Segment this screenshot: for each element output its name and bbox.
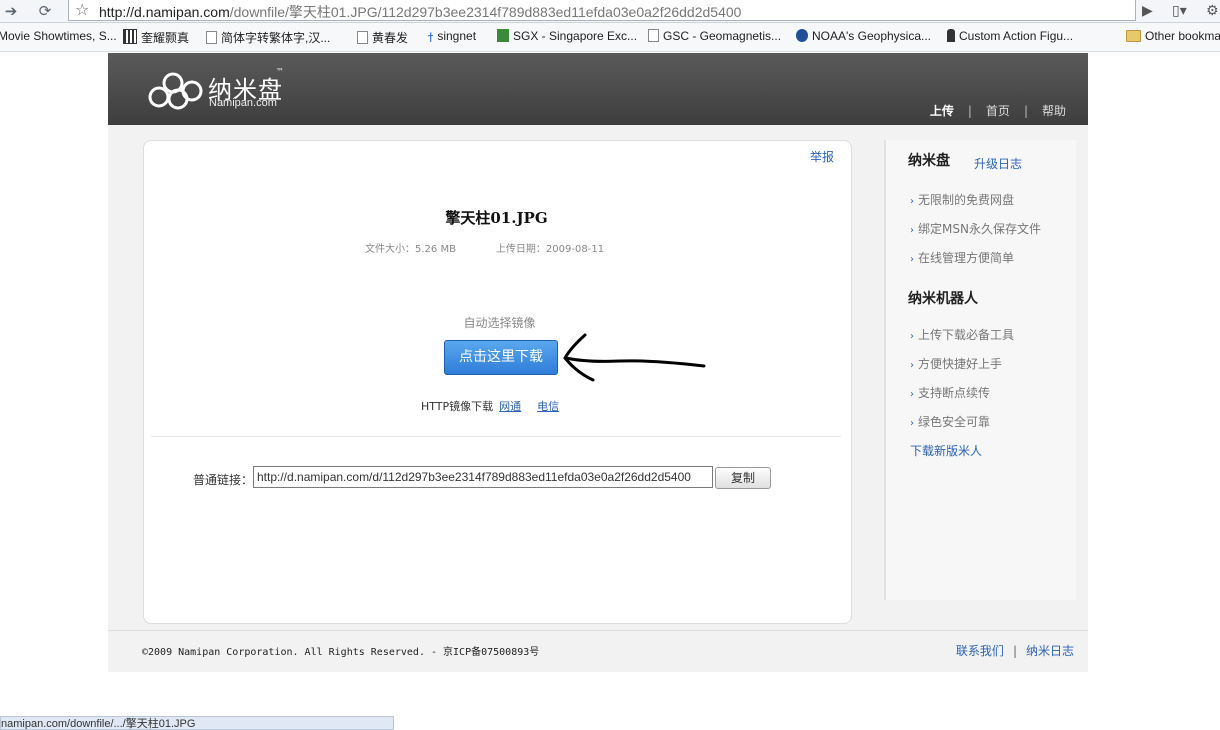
page-icon xyxy=(357,31,368,44)
dagger-icon: ϯ xyxy=(428,30,434,45)
copy-button[interactable]: 复制 xyxy=(715,467,771,489)
page-menu-icon[interactable]: ▯▾ xyxy=(1172,0,1187,22)
bookmark-item[interactable]: 简体字转繁体字,汉... xyxy=(206,29,330,46)
bookmark-item[interactable]: SGX - Singapore Exc... xyxy=(497,29,637,43)
sidebar-feature: › 绑定MSN永久保存文件 xyxy=(910,222,1041,236)
http-mirror-label: HTTP镜像下载 xyxy=(421,400,494,413)
footer-links: 联系我们 | 纳米日志 xyxy=(955,644,1074,658)
sidebar-feature: › 无限制的免费网盘 xyxy=(910,193,1015,207)
nav-home[interactable]: 首页 xyxy=(986,104,1010,118)
noaa-icon xyxy=(796,29,808,42)
nav-upload[interactable]: 上传 xyxy=(930,104,954,118)
download-button[interactable]: 点击这里下载 xyxy=(444,340,558,375)
green-icon xyxy=(497,29,509,42)
site-header: 纳米盘 ™ Namipan.com 上传 | 首页 | 帮助 xyxy=(108,53,1088,125)
bookmark-item[interactable]: GSC - Geomagnetis... xyxy=(648,29,781,43)
bookmark-item[interactable]: Custom Action Figu... xyxy=(947,29,1073,43)
file-name: 擎天柱01.JPG xyxy=(445,209,548,227)
forward-arrow-icon[interactable]: ➔ xyxy=(0,1,22,21)
bookmarks-bar: Movie Showtimes, S... 奎耀颢真 简体字转繁体字,汉... … xyxy=(0,23,1220,52)
browser-toolbar: ➔ ⟳ ☆ http://d.namipan.com/downfile/擎天柱0… xyxy=(0,0,1220,23)
trademark: ™ xyxy=(276,67,284,76)
divider xyxy=(151,436,841,437)
sidebar-feature: › 支持断点续传 xyxy=(910,386,991,400)
contact-link[interactable]: 联系我们 xyxy=(956,644,1004,658)
sidebar-title-namipan: 纳米盘 xyxy=(908,153,950,169)
sidebar-feature: › 方便快捷好上手 xyxy=(910,357,1003,371)
address-bar[interactable]: ☆ http://d.namipan.com/downfile/擎天柱01.JP… xyxy=(68,0,1136,21)
auto-mirror-label: 自动选择镜像 xyxy=(463,316,536,330)
hand-drawn-arrow-icon xyxy=(563,333,706,382)
bookmark-star-icon[interactable]: ☆ xyxy=(75,0,89,19)
upgrade-log-link[interactable]: 升级日志 xyxy=(974,155,1022,172)
bookmark-item[interactable]: 奎耀颢真 xyxy=(123,29,189,46)
bookmark-item[interactable]: ϯ singnet xyxy=(428,29,476,45)
sidebar-title-robot: 纳米机器人 xyxy=(908,291,978,307)
file-size: 文件大小：5.26 MB xyxy=(365,244,456,255)
grid-icon xyxy=(123,29,137,44)
go-icon[interactable]: ▶ xyxy=(1142,0,1153,22)
folder-icon xyxy=(1126,30,1141,42)
mirror-netcom-link[interactable]: 网通 xyxy=(499,400,521,413)
mirror-telecom-link[interactable]: 电信 xyxy=(537,400,559,413)
other-bookmarks[interactable]: Other bookmarks xyxy=(1126,29,1220,43)
report-link[interactable]: 举报 xyxy=(810,148,834,165)
logo-icon[interactable] xyxy=(146,69,208,113)
reload-icon[interactable]: ⟳ xyxy=(34,1,56,21)
site-nav: 上传 | 首页 | 帮助 xyxy=(929,104,1066,118)
address-url: http://d.namipan.com/downfile/擎天柱01.JPG/… xyxy=(99,4,742,20)
bookmark-item[interactable]: NOAA's Geophysica... xyxy=(796,29,931,43)
wrench-icon[interactable]: ⚙ xyxy=(1206,0,1219,22)
copyright-text: ©2009 Namipan Corporation. All Rights Re… xyxy=(142,647,540,658)
sidebar-feature: › 在线管理方便简单 xyxy=(910,251,1015,265)
nav-help[interactable]: 帮助 xyxy=(1042,104,1066,118)
download-robot-link[interactable]: 下载新版米人 xyxy=(910,442,982,459)
bookmark-item[interactable]: Movie Showtimes, S... xyxy=(0,29,117,43)
blog-link[interactable]: 纳米日志 xyxy=(1026,644,1074,658)
bookmark-item[interactable]: 黄春发 xyxy=(357,29,408,46)
page-icon xyxy=(648,29,659,42)
logo-subtitle: Namipan.com xyxy=(209,97,277,109)
figure-icon xyxy=(947,29,955,42)
sidebar-feature: › 绿色安全可靠 xyxy=(910,415,991,429)
link-field[interactable]: http://d.namipan.com/d/112d297b3ee2314f7… xyxy=(253,466,713,488)
sidebar-feature: › 上传下载必备工具 xyxy=(910,328,1015,342)
http-mirror-row: HTTP镜像下载 网通 电信 xyxy=(421,398,559,414)
upload-date: 上传日期：2009-08-11 xyxy=(495,244,605,255)
file-meta: 文件大小：5.26 MB 上传日期：2009-08-11 xyxy=(365,240,604,255)
page-icon xyxy=(206,31,217,44)
link-label: 普通链接： xyxy=(193,473,254,487)
